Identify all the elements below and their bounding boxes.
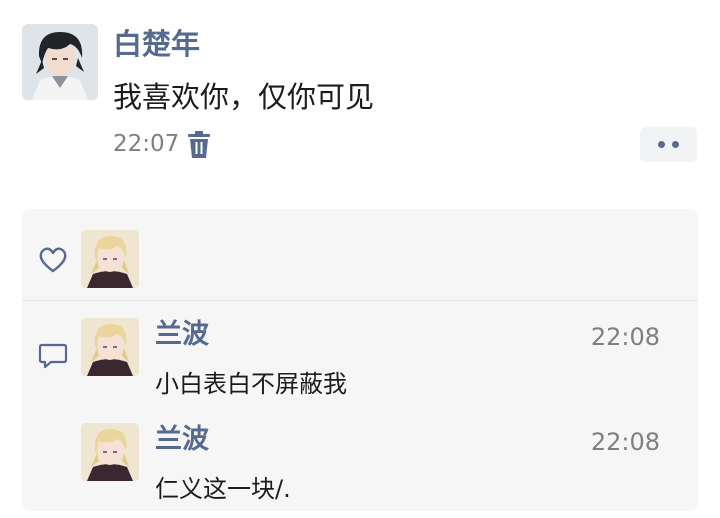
post-author-name[interactable]: 白楚年 (113, 26, 200, 62)
post-content: 我喜欢你，仅你可见 (113, 80, 375, 114)
more-button[interactable] (640, 127, 697, 162)
comment-timestamp: 22:08 (590, 323, 660, 351)
profile-avatar-blond-hair-icon (81, 230, 139, 288)
more-dots-icon (672, 141, 679, 148)
more-dots-icon (658, 141, 665, 148)
heart-icon (38, 246, 68, 274)
likes-comments-panel: 兰波 22:08 小白表白不屏蔽我 兰波 22:08 仁义这一块/. (22, 209, 698, 511)
comment-author-name[interactable]: 兰波 (155, 318, 209, 352)
profile-avatar-dark-hair-icon (22, 24, 98, 100)
comment-author-name[interactable]: 兰波 (155, 423, 209, 457)
comment-item: 兰波 22:08 小白表白不屏蔽我 (22, 318, 698, 413)
divider (22, 300, 698, 301)
profile-avatar-blond-hair-icon (81, 318, 139, 376)
post-author-avatar[interactable] (22, 24, 98, 100)
comment-content: 小白表白不屏蔽我 (155, 370, 347, 398)
comment-item: 兰波 22:08 仁义这一块/. (22, 423, 698, 518)
post-timestamp: 22:07 (113, 131, 180, 157)
profile-avatar-blond-hair-icon (81, 423, 139, 481)
comment-content: 仁义这一块/. (155, 475, 291, 503)
comment-author-avatar[interactable] (81, 318, 139, 376)
comment-author-avatar[interactable] (81, 423, 139, 481)
like-user-avatar[interactable] (81, 230, 139, 288)
trash-icon[interactable] (187, 131, 211, 159)
likes-row (22, 209, 698, 300)
comment-timestamp: 22:08 (590, 428, 660, 456)
